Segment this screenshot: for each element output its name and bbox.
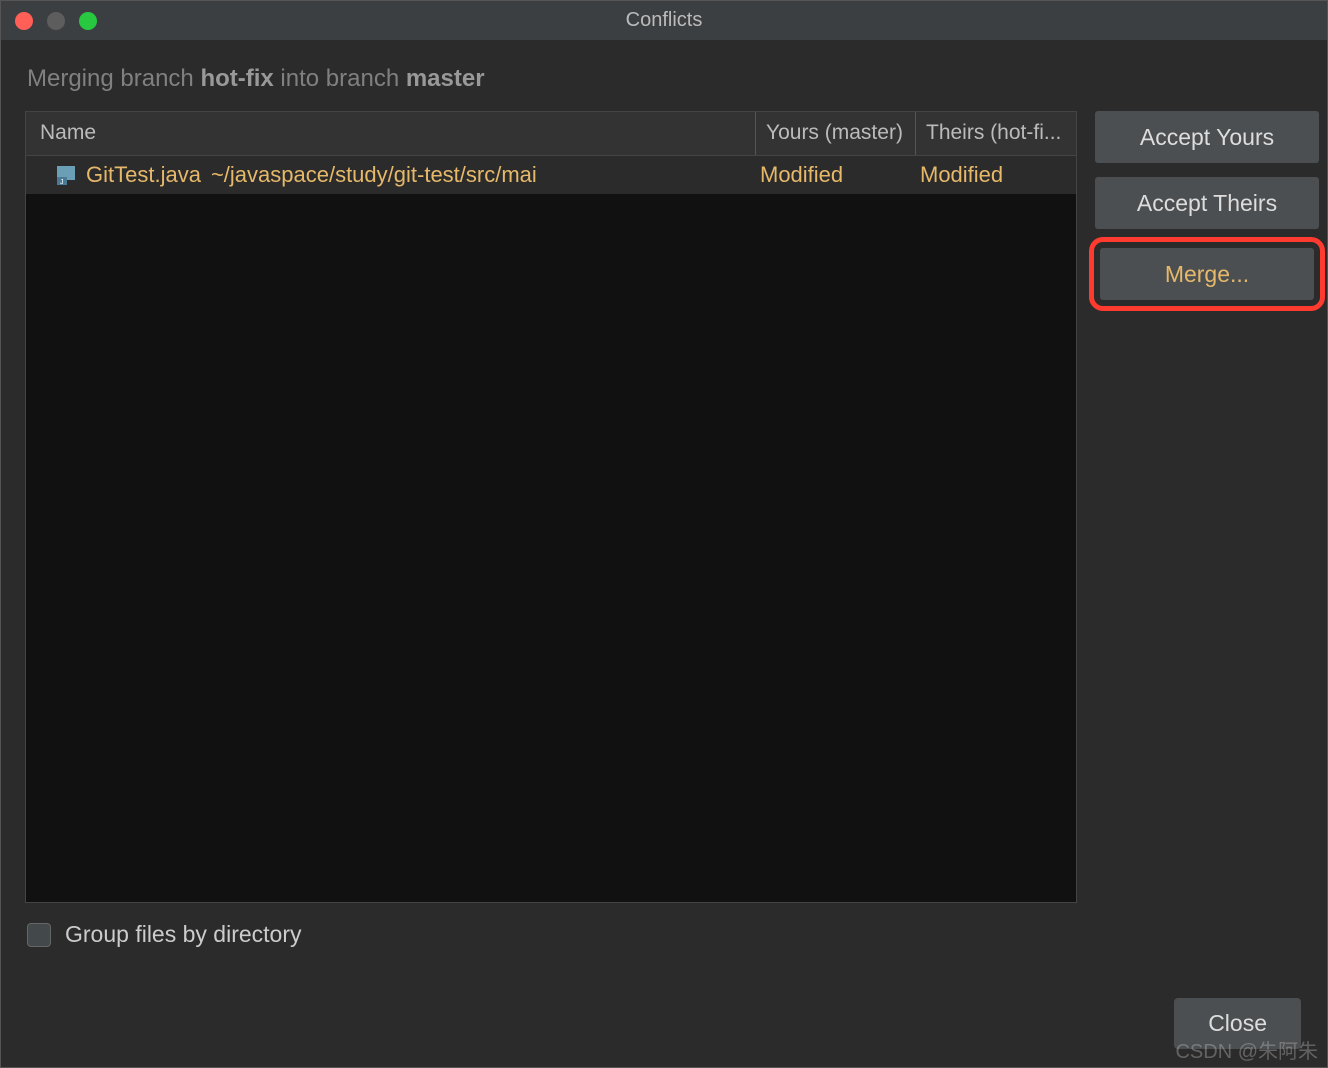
minimize-window-button[interactable] [47,12,65,30]
accept-theirs-button[interactable]: Accept Theirs [1095,177,1319,229]
table-body: J GitTest.java ~/javaspace/study/git-tes… [26,156,1076,902]
dialog-footer: Close [1,958,1327,1067]
bottom-options: Group files by directory [1,903,1327,958]
column-header-name[interactable]: Name [26,112,756,155]
merge-description: Merging branch hot-fix into branch maste… [1,41,1327,111]
close-button[interactable]: Close [1174,998,1301,1049]
conflicts-dialog: Conflicts Merging branch hot-fix into br… [0,0,1328,1068]
close-window-button[interactable] [15,12,33,30]
table-header: Name Yours (master) Theirs (hot-fi... [26,112,1076,156]
merge-button-highlight: Merge... [1089,237,1325,311]
merge-middle: into branch [274,65,406,92]
java-file-icon: J [54,163,78,187]
theirs-status: Modified [916,162,1076,188]
merge-prefix: Merging branch [27,65,200,92]
accept-yours-button[interactable]: Accept Yours [1095,111,1319,163]
maximize-window-button[interactable] [79,12,97,30]
conflicts-table: Name Yours (master) Theirs (hot-fi... J … [25,111,1077,903]
group-files-checkbox[interactable] [27,923,51,947]
column-header-yours[interactable]: Yours (master) [756,112,916,155]
content-area: Merging branch hot-fix into branch maste… [1,41,1327,1067]
window-title: Conflicts [626,9,703,32]
group-files-option[interactable]: Group files by directory [27,921,1301,948]
traffic-lights [15,12,97,30]
action-buttons-panel: Accept Yours Accept Theirs Merge... [1077,111,1327,903]
merge-button[interactable]: Merge... [1100,248,1314,300]
group-files-label: Group files by directory [65,921,301,948]
column-header-theirs[interactable]: Theirs (hot-fi... [916,112,1076,155]
file-path: ~/javaspace/study/git-test/src/mai [211,162,537,188]
table-row[interactable]: J GitTest.java ~/javaspace/study/git-tes… [26,156,1076,194]
file-name: GitTest.java [86,162,201,188]
svg-text:J: J [60,179,64,186]
titlebar: Conflicts [1,1,1327,41]
main-area: Name Yours (master) Theirs (hot-fi... J … [1,111,1327,903]
target-branch: master [406,65,485,92]
source-branch: hot-fix [200,65,273,92]
file-cell: J GitTest.java ~/javaspace/study/git-tes… [26,162,756,188]
yours-status: Modified [756,162,916,188]
